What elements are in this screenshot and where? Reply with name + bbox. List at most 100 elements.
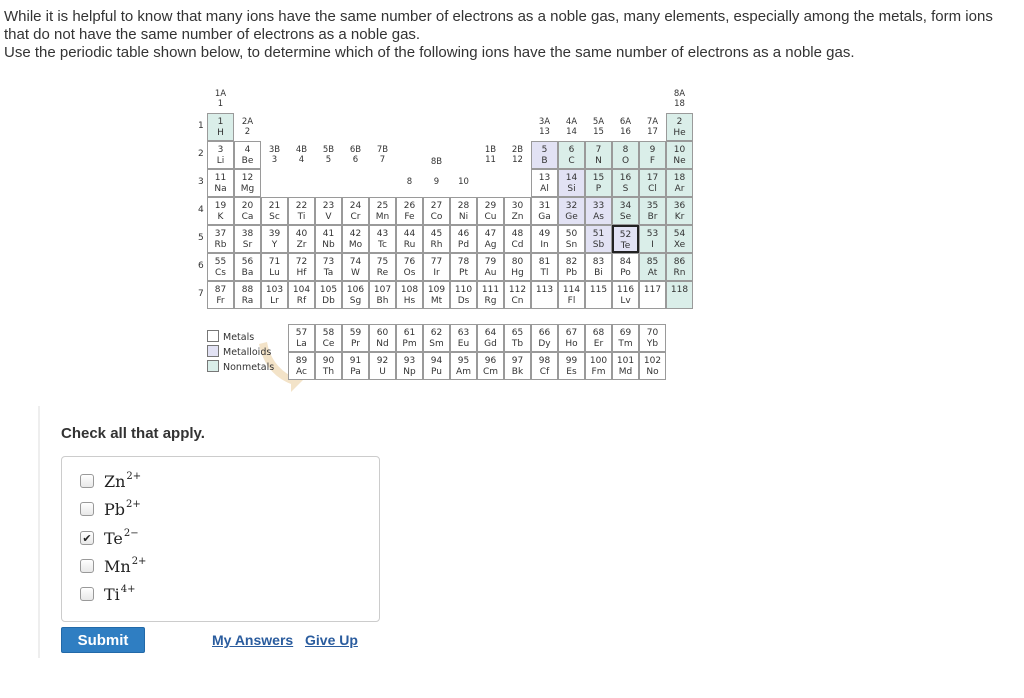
atomic-number: 116 bbox=[616, 285, 635, 295]
element-symbol: Si bbox=[567, 184, 576, 194]
element-66: 66 Dy bbox=[531, 324, 558, 353]
group-label-number: 6 bbox=[352, 155, 359, 165]
element-symbol: Pr bbox=[351, 339, 360, 350]
group-label-letter: 2B bbox=[511, 145, 524, 155]
group-label-letter: 7A bbox=[646, 117, 659, 127]
give-up-link[interactable]: Give Up bbox=[305, 632, 358, 648]
element-15: 15 P bbox=[585, 169, 612, 197]
element-symbol: Ni bbox=[458, 212, 469, 222]
element-symbol: Eu bbox=[457, 339, 470, 350]
element-46: 46 Pd bbox=[450, 225, 477, 253]
element-50: 50 Sn bbox=[558, 225, 585, 253]
element-94: 94 Pu bbox=[423, 352, 450, 381]
atomic-number: 70 bbox=[646, 328, 659, 339]
element-67: 67 Ho bbox=[558, 324, 585, 353]
group-label-number: 9 bbox=[433, 177, 440, 187]
element-symbol: No bbox=[646, 367, 659, 378]
my-answers-link[interactable]: My Answers bbox=[212, 632, 293, 648]
atomic-number: 46 bbox=[457, 229, 470, 239]
group-label-2: 2A 2 bbox=[234, 117, 261, 137]
atomic-number: 15 bbox=[592, 173, 605, 183]
element-6: 6C bbox=[558, 141, 585, 169]
element-14: 14 Si bbox=[558, 169, 585, 197]
group-label-letter: 8A bbox=[673, 89, 686, 99]
group-label-17: 7A 17 bbox=[639, 117, 666, 137]
element-symbol: Cn bbox=[511, 296, 524, 306]
atomic-number: 44 bbox=[403, 229, 416, 239]
atomic-number: 23 bbox=[322, 201, 335, 211]
element-symbol: Rn bbox=[673, 268, 686, 278]
group-label-letter: 3A bbox=[538, 117, 551, 127]
atomic-number: 42 bbox=[349, 229, 362, 239]
element-87: 87 Fr bbox=[207, 281, 234, 309]
atomic-number: 112 bbox=[508, 285, 527, 295]
element-21: 21 Sc bbox=[261, 197, 288, 225]
element-86: 86 Rn bbox=[666, 253, 693, 281]
group-label-14: 4A 14 bbox=[558, 117, 585, 137]
period-label-1: 1 bbox=[198, 121, 204, 131]
question-text: While it is helpful to know that many io… bbox=[4, 8, 1020, 62]
legend-swatch bbox=[207, 330, 219, 342]
element-58: 58 Ce bbox=[315, 324, 342, 353]
group-label-13: 3A 13 bbox=[531, 117, 558, 137]
atomic-number: 84 bbox=[619, 257, 632, 267]
atomic-number: 96 bbox=[484, 356, 497, 367]
checkbox[interactable] bbox=[80, 587, 94, 601]
checkbox[interactable] bbox=[80, 474, 94, 488]
element-32: 32 Ge bbox=[558, 197, 585, 225]
element-89: 89 Ac bbox=[288, 352, 315, 381]
option-ti[interactable]: Ti4+ bbox=[80, 583, 136, 605]
option-pb[interactable]: Pb2+ bbox=[80, 498, 141, 520]
option-zn[interactable]: Zn2+ bbox=[80, 470, 141, 492]
element-symbol: Ho bbox=[565, 339, 578, 350]
checkbox[interactable] bbox=[80, 559, 94, 573]
group-label-12: 2B 12 bbox=[504, 145, 531, 165]
element-9: 9F bbox=[639, 141, 666, 169]
atomic-number: 34 bbox=[619, 201, 632, 211]
atomic-number: 90 bbox=[322, 356, 335, 367]
option-mn[interactable]: Mn2+ bbox=[80, 555, 146, 577]
group-label-number: 11 bbox=[485, 155, 496, 165]
option-te[interactable]: ✔ Te2− bbox=[80, 527, 139, 549]
element-symbol: Rh bbox=[430, 240, 443, 250]
atomic-number: 33 bbox=[592, 201, 605, 211]
element-117: 117 bbox=[639, 281, 666, 309]
element-symbol: Al bbox=[540, 184, 549, 194]
atomic-number: 45 bbox=[430, 229, 443, 239]
element-symbol: Ar bbox=[674, 184, 685, 194]
element-symbol: Lu bbox=[269, 268, 280, 278]
atomic-number: 47 bbox=[484, 229, 497, 239]
atomic-number: 19 bbox=[214, 201, 227, 211]
atomic-number: 97 bbox=[511, 356, 524, 367]
checkbox-checked[interactable]: ✔ bbox=[80, 531, 94, 545]
element-symbol: Hs bbox=[403, 296, 416, 306]
atomic-number: 81 bbox=[538, 257, 551, 267]
element-symbol: N bbox=[595, 156, 602, 166]
submit-button[interactable]: Submit bbox=[61, 627, 145, 653]
element-symbol: Ag bbox=[484, 240, 497, 250]
element-symbol: O bbox=[621, 156, 630, 166]
element-symbol: H bbox=[217, 128, 224, 138]
element-symbol: Os bbox=[403, 268, 416, 278]
checkbox[interactable] bbox=[80, 502, 94, 516]
element-38: 38 Sr bbox=[234, 225, 261, 253]
question-paragraph-2: Use the periodic table shown below, to d… bbox=[4, 44, 855, 61]
group-label-letter: 3B bbox=[268, 145, 281, 155]
atomic-number: 77 bbox=[430, 257, 443, 267]
element-symbol: Cd bbox=[511, 240, 524, 250]
atomic-number: 110 bbox=[454, 285, 473, 295]
element-symbol: Pa bbox=[350, 367, 361, 378]
element-79: 79 Au bbox=[477, 253, 504, 281]
group-label-letter: 5A bbox=[592, 117, 605, 127]
element-symbol: In bbox=[540, 240, 549, 250]
element-57: 57 La bbox=[288, 324, 315, 353]
element-31: 31 Ga bbox=[531, 197, 558, 225]
atomic-number: 18 bbox=[673, 173, 686, 183]
element-symbol: Be bbox=[241, 156, 254, 166]
group-label-number: 7 bbox=[379, 155, 386, 165]
atomic-number: 32 bbox=[565, 201, 578, 211]
element-symbol: Cm bbox=[482, 367, 499, 378]
element-symbol: Mg bbox=[240, 184, 255, 194]
atomic-number: 69 bbox=[619, 328, 632, 339]
atomic-number: 61 bbox=[403, 328, 416, 339]
